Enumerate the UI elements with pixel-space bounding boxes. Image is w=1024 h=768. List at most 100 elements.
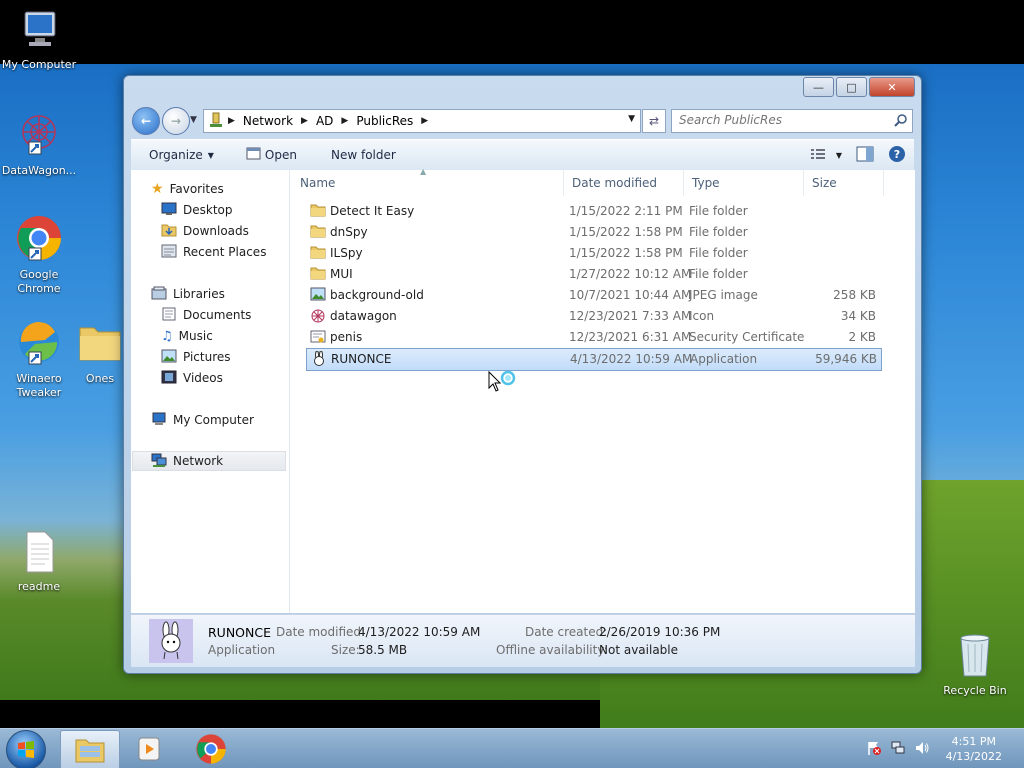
folder-icon bbox=[70, 318, 130, 370]
taskbar-explorer-button[interactable] bbox=[60, 730, 120, 768]
nav-libraries[interactable]: Libraries bbox=[151, 284, 225, 304]
minimize-button[interactable]: — bbox=[803, 77, 834, 97]
close-button[interactable]: ✕ bbox=[869, 77, 915, 97]
network-status-icon[interactable] bbox=[890, 740, 906, 759]
organize-button[interactable]: Organize ▼ bbox=[131, 148, 224, 162]
breadcrumb-ad[interactable]: AD bbox=[312, 114, 337, 128]
details-offline-label: Offline availability: bbox=[496, 643, 608, 657]
search-icon[interactable] bbox=[894, 113, 908, 130]
preview-pane-button[interactable] bbox=[856, 146, 874, 165]
column-header-name[interactable]: Name ▲ bbox=[292, 167, 564, 196]
desktop-icon-ones[interactable]: Ones bbox=[70, 318, 130, 386]
refresh-button[interactable]: ⇄ bbox=[642, 109, 666, 133]
close-icon: ✕ bbox=[887, 80, 897, 94]
recent-places-icon bbox=[161, 244, 177, 261]
desktop-icon-recycle-bin[interactable]: Recycle Bin bbox=[936, 630, 1014, 698]
column-header-date-modified[interactable]: Date modified bbox=[564, 170, 684, 196]
file-row[interactable]: dnSpy 1/15/2022 1:58 PM File folder bbox=[306, 222, 880, 243]
breadcrumb-separator[interactable]: ▶ bbox=[301, 116, 308, 126]
arrow-left-icon: ← bbox=[140, 114, 152, 128]
file-row[interactable]: RUNONCE 4/13/2022 10:59 AM Application 59,9… bbox=[306, 348, 882, 371]
details-date-modified-value: 4/13/2022 10:59 AM bbox=[358, 625, 481, 639]
nav-label: Pictures bbox=[183, 350, 231, 364]
open-icon bbox=[246, 147, 261, 163]
content-area: ★ Favorites Desktop Downloads Recent Pla… bbox=[131, 167, 915, 613]
breadcrumb-separator[interactable]: ▶ bbox=[341, 116, 348, 126]
help-button[interactable]: ? bbox=[888, 145, 906, 166]
taskbar-chrome-button[interactable] bbox=[182, 730, 240, 768]
address-bar[interactable]: ▶ Network ▶ AD ▶ PublicRes ▶ ▼ bbox=[203, 109, 641, 133]
start-button[interactable] bbox=[6, 730, 46, 768]
nav-desktop[interactable]: Desktop bbox=[161, 200, 233, 220]
column-header-type[interactable]: Type bbox=[684, 170, 804, 196]
file-row[interactable]: ILSpy 1/15/2022 1:58 PM File folder bbox=[306, 243, 880, 264]
winaero-icon bbox=[0, 318, 78, 370]
recent-pages-dropdown[interactable]: ▼ bbox=[190, 115, 197, 125]
nav-favorites[interactable]: ★ Favorites bbox=[151, 179, 224, 199]
folder-icon bbox=[310, 266, 326, 283]
details-size-label: Size: bbox=[331, 643, 360, 657]
new-folder-button[interactable]: New folder bbox=[321, 148, 406, 162]
desktop-icon-winaero-tweaker[interactable]: Winaero Tweaker bbox=[0, 318, 78, 400]
file-type: File folder bbox=[689, 204, 748, 218]
file-name: RUNONCE bbox=[331, 352, 392, 366]
search-input[interactable] bbox=[672, 110, 896, 130]
volume-icon[interactable] bbox=[914, 740, 930, 759]
nav-music[interactable]: ♫ Music bbox=[161, 326, 213, 346]
breadcrumb-separator[interactable]: ▶ bbox=[228, 116, 235, 126]
taskbar-clock[interactable]: 4:51 PM 4/13/2022 bbox=[946, 734, 1002, 764]
taskbar-media-player-button[interactable] bbox=[121, 730, 179, 768]
icon-file-icon bbox=[310, 308, 326, 327]
clock-date: 4/13/2022 bbox=[945, 750, 1002, 763]
file-row[interactable]: datawagon 12/23/2021 7:33 AM Icon 34 KB bbox=[306, 306, 880, 327]
maximize-button[interactable]: □ bbox=[836, 77, 867, 97]
sort-ascending-icon: ▲ bbox=[420, 167, 427, 176]
image-file-icon bbox=[310, 287, 326, 304]
address-row: ← → ▼ ▶ Network ▶ AD ▶ PublicRes ▶ ▼ ⇄ bbox=[131, 106, 914, 136]
breadcrumb-publicres[interactable]: PublicRes bbox=[352, 114, 417, 128]
search-box[interactable] bbox=[671, 109, 913, 133]
column-header-size[interactable]: Size bbox=[804, 170, 884, 196]
open-button[interactable]: Open bbox=[236, 147, 307, 163]
nav-videos[interactable]: Videos bbox=[161, 368, 223, 388]
forward-button[interactable]: → bbox=[162, 107, 190, 135]
back-button[interactable]: ← bbox=[132, 107, 160, 135]
file-type: Application bbox=[690, 352, 758, 366]
breadcrumb-separator[interactable]: ▶ bbox=[421, 116, 428, 126]
file-size: 2 KB bbox=[848, 330, 876, 344]
command-bar: Organize ▼ Open New folder ▼ ? bbox=[131, 139, 914, 171]
nav-my-computer[interactable]: My Computer bbox=[151, 410, 254, 430]
minimize-icon: — bbox=[813, 80, 824, 94]
clock-time: 4:51 PM bbox=[951, 735, 996, 748]
desktop-icon-google-chrome[interactable]: Google Chrome bbox=[0, 214, 78, 296]
nav-pictures[interactable]: Pictures bbox=[161, 347, 231, 367]
documents-icon bbox=[161, 307, 177, 324]
details-size-value: 58.5 MB bbox=[358, 643, 408, 657]
file-row[interactable]: Detect It Easy 1/15/2022 2:11 PM File fold… bbox=[306, 201, 880, 222]
breadcrumb-network[interactable]: Network bbox=[239, 114, 297, 128]
nav-recent-places[interactable]: Recent Places bbox=[161, 242, 266, 262]
change-view-button[interactable]: ▼ bbox=[810, 148, 842, 163]
address-history-dropdown[interactable]: ▼ bbox=[628, 114, 635, 124]
svg-text:?: ? bbox=[894, 148, 900, 161]
details-date-modified-label: Date modified: bbox=[276, 625, 366, 639]
column-label: Name bbox=[300, 176, 336, 190]
desktop-icon-readme[interactable]: readme bbox=[0, 530, 78, 594]
nav-documents[interactable]: Documents bbox=[161, 305, 251, 325]
downloads-folder-icon bbox=[161, 223, 177, 240]
desktop-icon-my-computer[interactable]: My Computer bbox=[0, 8, 78, 72]
nav-downloads[interactable]: Downloads bbox=[161, 221, 249, 241]
windows-logo-icon bbox=[18, 741, 34, 758]
desktop-icon-datawagon[interactable]: DataWagon... bbox=[0, 110, 78, 178]
desktop-icon-label: Recycle Bin bbox=[943, 684, 1007, 697]
file-date-modified: 12/23/2021 6:31 AM bbox=[569, 330, 692, 344]
file-row[interactable]: background-old 10/7/2021 10:44 AM JPEG ima… bbox=[306, 285, 880, 306]
system-tray bbox=[866, 740, 930, 759]
file-row[interactable]: penis 12/23/2021 6:31 AM Security Certific… bbox=[306, 327, 880, 348]
file-row[interactable]: MUI 1/27/2022 10:12 AM File folder bbox=[306, 264, 880, 285]
nav-network[interactable]: Network bbox=[132, 451, 286, 471]
desktop-icon-label: Ones bbox=[85, 372, 115, 385]
network-icon bbox=[151, 453, 167, 470]
file-type: Security Certificate bbox=[689, 330, 805, 344]
action-center-flag-icon[interactable] bbox=[866, 740, 882, 759]
